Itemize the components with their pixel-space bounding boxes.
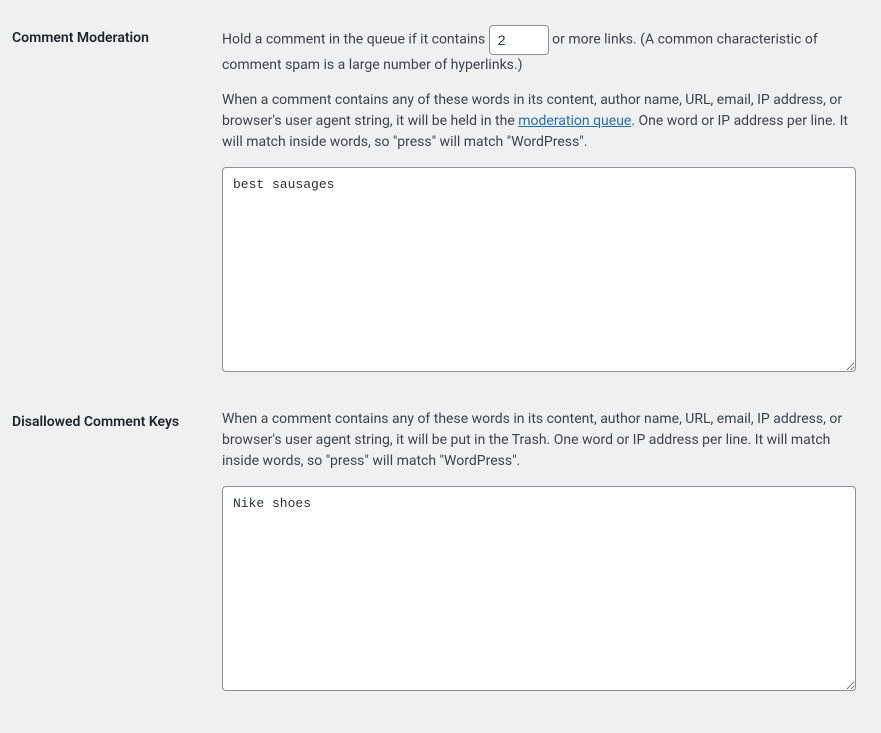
discussion-settings-table: Comment Moderation Hold a comment in the… — [12, 10, 866, 713]
disallowed-keys-fields: When a comment contains any of these wor… — [212, 394, 866, 713]
hold-text-before: Hold a comment in the queue if it contai… — [222, 32, 489, 48]
comment-moderation-row: Comment Moderation Hold a comment in the… — [12, 10, 866, 394]
comment-moderation-hold-text: Hold a comment in the queue if it contai… — [222, 25, 856, 76]
disallowed-keys-row: Disallowed Comment Keys When a comment c… — [12, 394, 866, 713]
moderation-keys-description: When a comment contains any of these wor… — [222, 90, 856, 153]
moderation-keys-textarea[interactable]: best sausages — [222, 167, 856, 372]
disallowed-keys-label: Disallowed Comment Keys — [12, 394, 212, 713]
disallowed-keys-textarea[interactable]: Nike shoes — [222, 486, 856, 691]
comment-max-links-input[interactable] — [489, 25, 549, 55]
comment-moderation-fields: Hold a comment in the queue if it contai… — [212, 10, 866, 394]
disallowed-keys-description: When a comment contains any of these wor… — [222, 409, 856, 472]
comment-moderation-label: Comment Moderation — [12, 10, 212, 394]
moderation-queue-link[interactable]: moderation queue — [518, 113, 631, 129]
